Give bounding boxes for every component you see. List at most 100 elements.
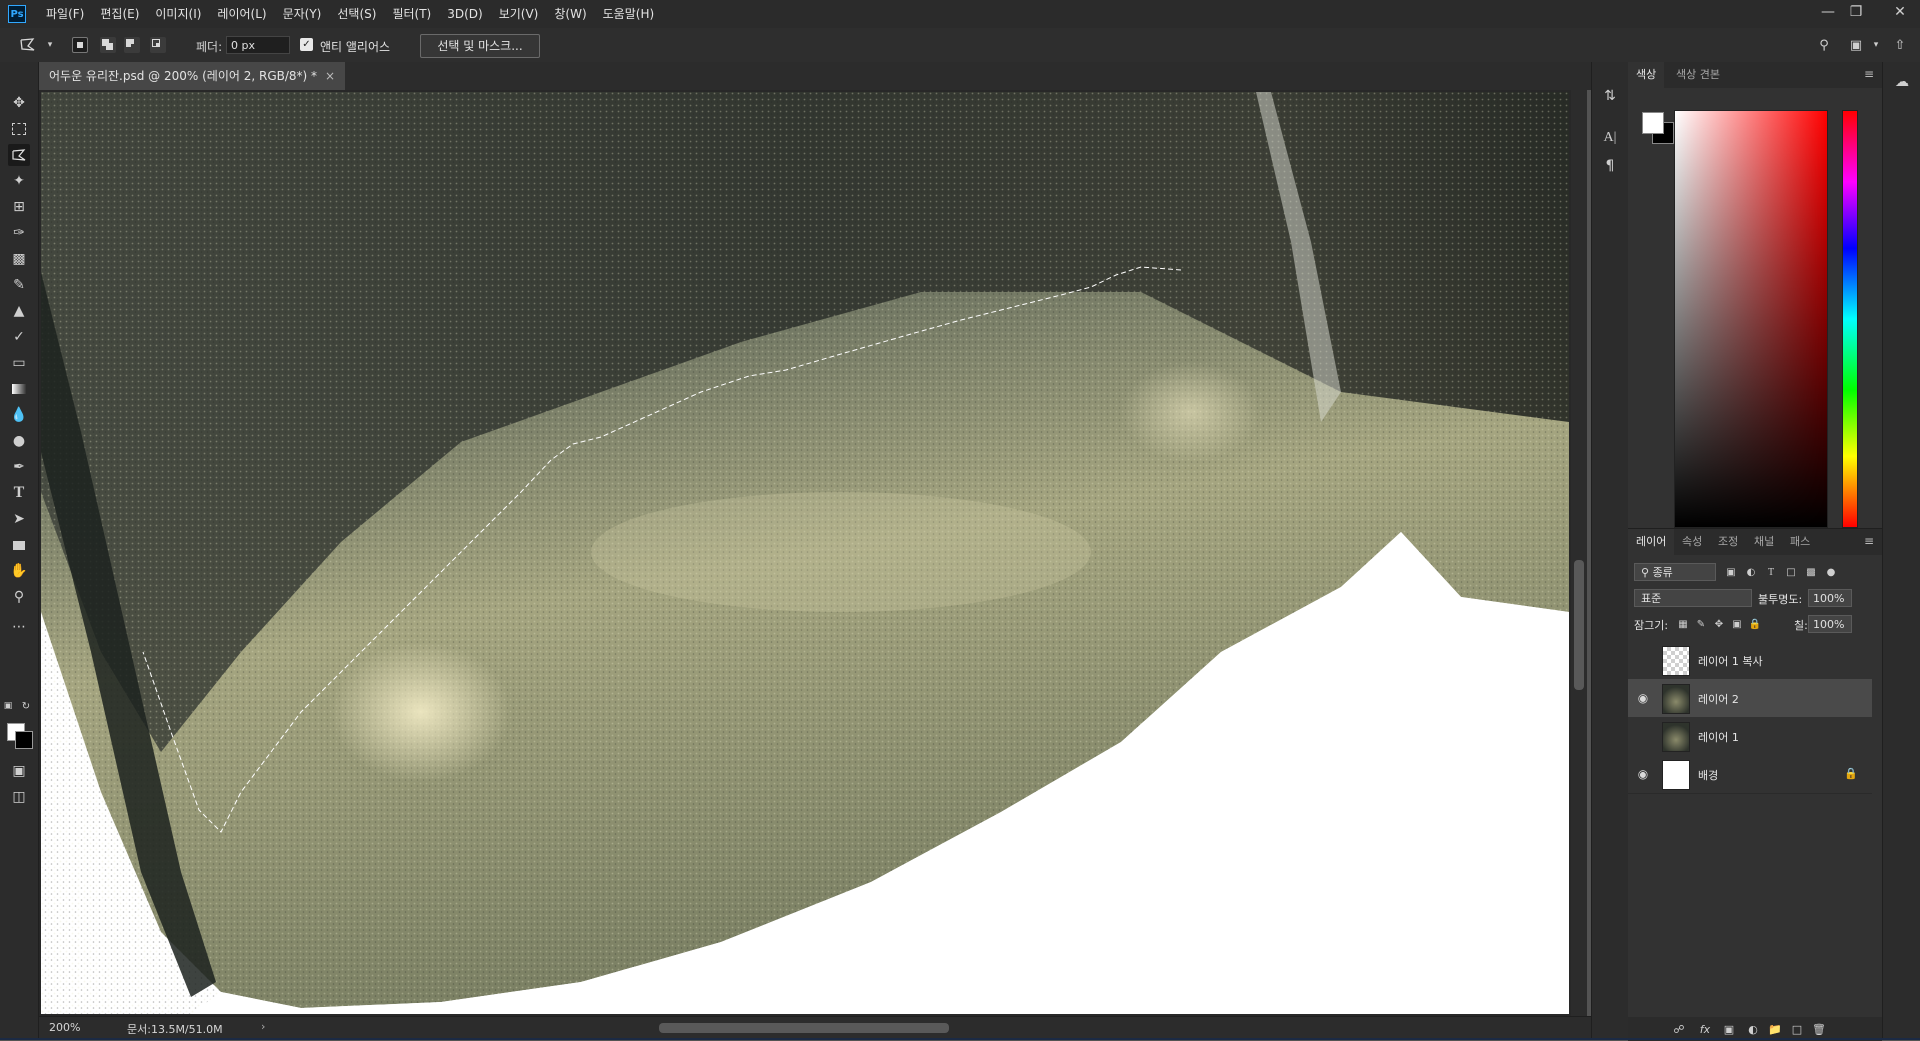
brush-tool-icon[interactable]: ✎ (8, 274, 30, 296)
eye-icon[interactable]: ◉ (1636, 767, 1650, 781)
foreground-color-chip[interactable] (1642, 112, 1664, 134)
layer-row[interactable]: 레이어 1 복사 (1628, 641, 1872, 680)
lock-position-icon[interactable]: ✥ (1712, 617, 1726, 631)
link-layers-icon[interactable]: ☍ (1672, 1022, 1686, 1036)
tab-layers[interactable]: 레이어 (1628, 529, 1675, 555)
status-menu-chevron-icon[interactable]: › (261, 1020, 265, 1033)
panel-menu-icon[interactable]: ≡ (1864, 68, 1876, 80)
menu-3d[interactable]: 3D(D) (439, 0, 490, 28)
feather-input[interactable] (226, 36, 290, 54)
chevron-down-icon[interactable]: ▾ (40, 35, 60, 55)
new-group-icon[interactable]: 📁 (1768, 1022, 1782, 1036)
filter-toggle-icon[interactable]: ● (1824, 565, 1838, 579)
chevron-down-icon[interactable]: ▾ (1866, 35, 1886, 55)
filter-smart-object-icon[interactable]: ▩ (1804, 565, 1818, 579)
fill-input[interactable]: 100% (1808, 615, 1852, 633)
search-icon[interactable]: ⚲ (1814, 35, 1834, 55)
restore-icon[interactable]: ❐ (1842, 0, 1870, 24)
gradient-tool-icon[interactable] (8, 378, 30, 400)
filter-type-icon[interactable]: T (1764, 565, 1778, 579)
zoom-tool-icon[interactable]: ⚲ (8, 586, 30, 608)
layer-row[interactable]: ◉ 레이어 2 (1628, 679, 1872, 718)
delete-layer-icon[interactable]: 🗑 (1812, 1022, 1826, 1036)
menu-image[interactable]: 이미지(I) (147, 0, 209, 28)
vertical-scrollbar[interactable] (1571, 90, 1587, 1016)
polygonal-lasso-preset-icon[interactable] (18, 35, 38, 55)
select-and-mask-button[interactable]: 선택 및 마스크... (420, 34, 540, 58)
lock-artboard-icon[interactable]: ▣ (1730, 617, 1744, 631)
healing-brush-tool-icon[interactable]: ▩ (8, 248, 30, 270)
color-saturation-field[interactable] (1674, 110, 1828, 528)
path-selection-tool-icon[interactable]: ➤ (8, 508, 30, 530)
menu-view[interactable]: 보기(V) (491, 0, 547, 28)
add-to-selection-icon[interactable] (100, 37, 116, 53)
menu-layer[interactable]: 레이어(L) (209, 0, 274, 28)
adjustment-layer-icon[interactable]: ◐ (1746, 1022, 1760, 1036)
clone-stamp-tool-icon[interactable]: ▲ (8, 300, 30, 322)
marquee-tool-icon[interactable] (8, 118, 30, 140)
document-canvas[interactable] (41, 92, 1569, 1014)
type-tool-icon[interactable]: T (8, 482, 30, 504)
blur-tool-icon[interactable]: 💧 (8, 404, 30, 426)
history-panel-icon[interactable]: ⇅ (1600, 86, 1620, 106)
swap-colors-icon[interactable]: ↻ (20, 700, 32, 712)
close-icon[interactable]: ✕ (1886, 0, 1914, 24)
filter-pixel-icon[interactable]: ▣ (1724, 565, 1738, 579)
eraser-tool-icon[interactable]: ▭ (8, 352, 30, 374)
hue-slider[interactable] (1842, 110, 1858, 528)
vertical-scroll-thumb[interactable] (1574, 560, 1584, 690)
panel-menu-icon[interactable]: ≡ (1864, 535, 1876, 547)
history-brush-tool-icon[interactable]: ✓ (8, 326, 30, 348)
visibility-toggle-icon[interactable] (1636, 729, 1650, 743)
filter-adjustment-icon[interactable]: ◐ (1744, 565, 1758, 579)
visibility-toggle-icon[interactable] (1636, 653, 1650, 667)
quick-mask-icon[interactable]: ▣ (8, 760, 30, 782)
move-tool-icon[interactable]: ✥ (8, 92, 30, 114)
tab-color[interactable]: 색상 (1628, 62, 1665, 88)
layer-style-icon[interactable]: fx (1698, 1022, 1712, 1036)
lock-image-pixels-icon[interactable]: ✎ (1694, 617, 1708, 631)
horizontal-scroll-thumb[interactable] (659, 1023, 949, 1033)
hand-tool-icon[interactable]: ✋ (8, 560, 30, 582)
opacity-input[interactable]: 100% (1808, 589, 1852, 607)
menu-select[interactable]: 선택(S) (329, 0, 384, 28)
lock-all-icon[interactable]: 🔒 (1748, 617, 1762, 631)
new-layer-icon[interactable]: □ (1790, 1022, 1804, 1036)
menu-type[interactable]: 문자(Y) (275, 0, 330, 28)
default-colors-icon[interactable]: ▣ (2, 700, 14, 712)
eye-icon[interactable]: ◉ (1636, 691, 1650, 705)
tab-paths[interactable]: 패스 (1782, 529, 1818, 555)
crop-tool-icon[interactable]: ⊞ (8, 196, 30, 218)
lasso-tool-icon[interactable] (8, 144, 30, 166)
screen-mode-icon[interactable]: ◫ (8, 786, 30, 808)
minimize-icon[interactable]: — (1814, 0, 1842, 24)
menu-file[interactable]: 파일(F) (38, 0, 92, 28)
horizontal-scrollbar[interactable] (319, 1021, 1589, 1035)
menu-window[interactable]: 창(W) (546, 0, 594, 28)
canvas-area[interactable] (39, 90, 1571, 1016)
creative-cloud-icon[interactable]: ☁ (1892, 72, 1912, 92)
subtract-from-selection-icon[interactable] (124, 37, 140, 53)
dodge-tool-icon[interactable]: ● (8, 430, 30, 452)
layer-filter-select[interactable]: ⚲ 종류 (1634, 563, 1716, 581)
character-panel-icon[interactable]: A| (1600, 128, 1620, 148)
paragraph-panel-icon[interactable]: ¶ (1600, 156, 1620, 176)
tab-swatches[interactable]: 색상 견본 (1668, 62, 1728, 88)
add-mask-icon[interactable]: ▣ (1722, 1022, 1736, 1036)
pen-tool-icon[interactable]: ✒ (8, 456, 30, 478)
lock-transparent-pixels-icon[interactable]: ▦ (1676, 617, 1690, 631)
blend-mode-select[interactable]: 표준 (1634, 589, 1752, 607)
filter-shape-icon[interactable]: □ (1784, 565, 1798, 579)
document-tab[interactable]: 어두운 유리잔.psd @ 200% (레이어 2, RGB/8*) * × (39, 62, 346, 90)
zoom-level[interactable]: 200% (49, 1021, 80, 1034)
menu-help[interactable]: 도움말(H) (595, 0, 663, 28)
more-tools-icon[interactable]: ⋯ (8, 616, 30, 638)
eyedropper-tool-icon[interactable]: ✑ (8, 222, 30, 244)
layer-row[interactable]: ◉ 배경 🔒 (1628, 755, 1872, 794)
antialias-checkbox[interactable]: ✓ (300, 38, 313, 51)
magic-wand-tool-icon[interactable]: ✦ (8, 170, 30, 192)
share-icon[interactable]: ⇧ (1890, 35, 1910, 55)
background-color-swatch[interactable] (15, 731, 33, 749)
close-tab-icon[interactable]: × (325, 69, 335, 83)
intersect-selection-icon[interactable] (150, 37, 166, 53)
